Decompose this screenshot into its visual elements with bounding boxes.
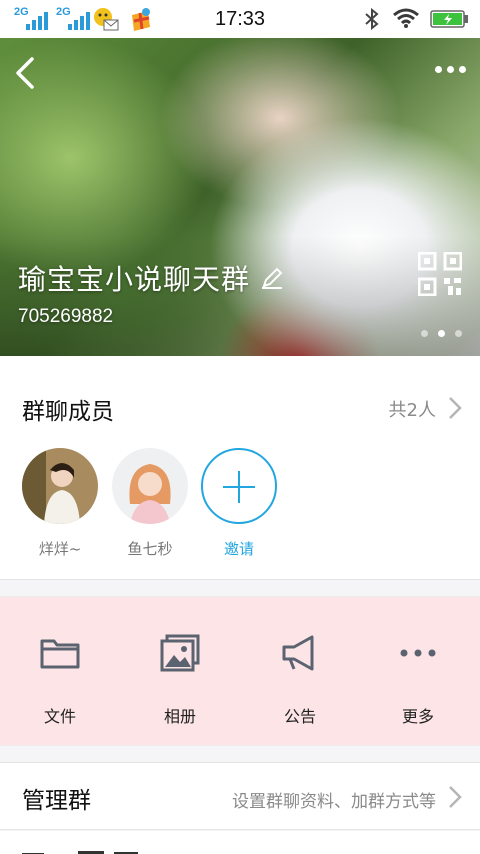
avatar[interactable]: [112, 448, 188, 524]
carousel-dot: [421, 330, 428, 337]
avatar[interactable]: [22, 448, 98, 524]
folder-icon: [40, 639, 80, 669]
tool-album[interactable]: 相册: [120, 633, 240, 727]
member-name: 烊烊~: [38, 540, 82, 558]
invite-label: 邀请: [223, 540, 254, 558]
status-bar: 2G 2G 17:33: [0, 0, 480, 38]
manage-group-title: 管理群: [22, 788, 91, 814]
wifi-icon: [393, 8, 419, 28]
member-item[interactable]: 鱼七秒: [112, 448, 188, 559]
tool-label: 公告: [283, 707, 316, 726]
qr-code-icon[interactable]: [418, 252, 462, 296]
member-item[interactable]: 烊烊~: [22, 448, 98, 559]
member-name: 鱼七秒: [127, 540, 173, 558]
group-name: 瑜宝宝小说聊天群: [18, 258, 284, 298]
tool-label: 文件: [43, 707, 76, 726]
plus-icon[interactable]: [201, 448, 277, 524]
tools-grid: 文件 相册 公告 更多: [0, 596, 480, 746]
carousel-dot: [455, 330, 462, 337]
group-cover: 瑜宝宝小说聊天群 705269882: [0, 38, 480, 356]
group-name-text: 瑜宝宝小说聊天群: [18, 263, 251, 296]
members-section: 群聊成员 共2人 烊烊~ 鱼七秒 邀请: [0, 356, 480, 580]
megaphone-icon: [282, 635, 314, 671]
cropped-row-text: [22, 851, 138, 854]
members-count[interactable]: 共2人: [389, 396, 436, 422]
chevron-right-icon: [449, 786, 462, 808]
tool-more[interactable]: 更多: [358, 633, 478, 727]
next-settings-row[interactable]: [0, 831, 480, 854]
tool-announcement[interactable]: 公告: [240, 633, 360, 727]
chevron-left-icon[interactable]: [12, 56, 38, 90]
manage-group-row[interactable]: 管理群 设置群聊资料、加群方式等: [0, 762, 480, 830]
tool-label: 更多: [401, 707, 434, 726]
group-id: 705269882: [18, 306, 114, 327]
carousel-dot-active: [438, 330, 445, 337]
bluetooth-icon: [365, 8, 379, 30]
chevron-right-icon[interactable]: [448, 396, 462, 420]
carousel-indicator: [421, 330, 462, 337]
more-dots-icon: [400, 649, 436, 657]
battery-charging-icon: [430, 10, 468, 28]
members-title: 群聊成员: [22, 399, 114, 425]
manage-group-hint: 设置群聊资料、加群方式等: [232, 792, 436, 812]
more-dots-icon[interactable]: [435, 66, 466, 73]
tool-label: 相册: [163, 707, 196, 726]
album-icon: [160, 634, 200, 672]
tool-files[interactable]: 文件: [0, 633, 120, 727]
invite-button[interactable]: 邀请: [201, 448, 277, 559]
pencil-icon[interactable]: [260, 266, 284, 290]
